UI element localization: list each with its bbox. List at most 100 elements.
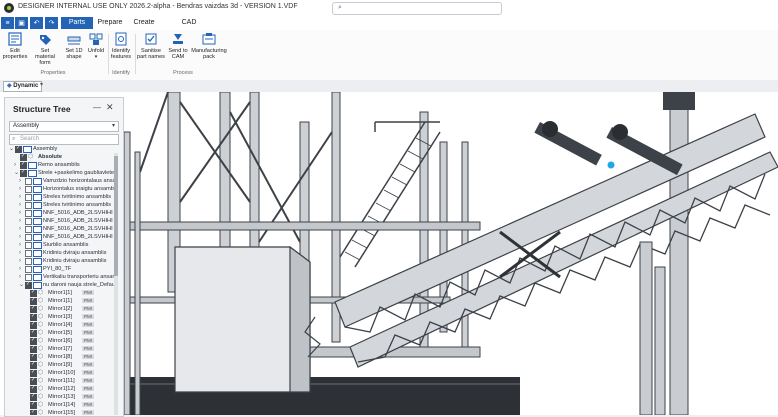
sanitise-part-names-button[interactable]: Sanitise part names — [136, 32, 166, 60]
tree-row[interactable]: ⬡ Mirror1[5] PMI — [9, 329, 114, 337]
global-search-input[interactable]: ⌕ — [332, 2, 502, 15]
tree-row[interactable]: ⬡ Mirror1[2] PMI — [9, 305, 114, 313]
visibility-checkbox[interactable] — [30, 369, 37, 377]
tree-row[interactable]: ⬡ Mirror1[10] PMI — [9, 369, 114, 377]
tree-row[interactable]: › Remo ansamblis — [9, 161, 114, 169]
set-1d-shape-button[interactable]: Set 1D shape — [62, 32, 86, 60]
visibility-checkbox[interactable] — [30, 321, 37, 329]
tree-row[interactable]: ⬡ Mirror1[9] PMI — [9, 361, 114, 369]
expand-toggle-icon[interactable]: › — [19, 233, 24, 241]
expand-toggle-icon[interactable]: ⌄ — [9, 145, 14, 153]
tree-row[interactable]: › Kridiniu dviraju ansamblis — [9, 257, 114, 265]
visibility-checkbox[interactable] — [25, 281, 32, 289]
visibility-checkbox[interactable] — [25, 178, 32, 185]
undo-icon[interactable]: ↶ — [30, 17, 43, 29]
expand-toggle-icon[interactable]: › — [19, 273, 24, 281]
tree-row[interactable]: ⬡ Mirror1[6] PMI — [9, 337, 114, 345]
expand-toggle-icon[interactable]: › — [19, 217, 24, 225]
tree-row[interactable]: › NNF_5016_ADB_2LSVHIHI — [9, 225, 114, 233]
visibility-checkbox[interactable] — [30, 297, 37, 305]
unfold-dropdown-icon[interactable]: ▾ — [86, 54, 106, 60]
visibility-checkbox[interactable] — [25, 266, 32, 273]
tree-row[interactable]: ⌄ Assembly — [9, 145, 114, 153]
tree-row[interactable]: › PYI_80_TF — [9, 265, 114, 273]
edit-properties-button[interactable]: Edit properties — [2, 32, 28, 60]
tree-row[interactable]: ⬡ Mirror1[11] PMI — [9, 377, 114, 385]
visibility-checkbox[interactable] — [30, 353, 37, 361]
expand-toggle-icon[interactable]: › — [19, 249, 24, 257]
tree-row[interactable]: ⬡ Mirror1[4] PMI — [9, 321, 114, 329]
visibility-checkbox[interactable] — [25, 226, 32, 233]
tree-row[interactable]: ⌄ nu daroni nauja strele_Defau — [9, 281, 114, 289]
visibility-checkbox[interactable] — [25, 242, 32, 249]
tree-row[interactable]: ⌄ Strele +paskelimo gaubliavlete — [9, 169, 114, 177]
identify-features-button[interactable]: Identify features — [109, 32, 133, 60]
close-icon[interactable]: ✕ — [106, 102, 114, 113]
tab-prepare[interactable]: Prepare — [96, 17, 124, 29]
expand-toggle-icon[interactable]: › — [14, 161, 19, 169]
tree-row[interactable]: › Vamzdzio horizontalaus ansa — [9, 177, 114, 185]
visibility-checkbox[interactable] — [25, 202, 32, 209]
tree-row[interactable]: ⬡ Mirror1[13] PMI — [9, 393, 114, 401]
assembly-select[interactable]: Assembly ▾ — [9, 121, 119, 132]
visibility-checkbox[interactable] — [25, 274, 32, 281]
tree-row[interactable]: ⬡ Absolute — [9, 153, 114, 161]
tree-row[interactable]: › Streles tvirtinimo ansamblis — [9, 193, 114, 201]
manufacturing-pack-button[interactable]: Manufacturing pack — [191, 32, 227, 60]
minimize-icon[interactable]: — — [93, 103, 101, 112]
tree-row[interactable]: ⬡ Mirror1[1] PMI — [9, 297, 114, 305]
tab-create[interactable]: Create — [131, 17, 157, 29]
visibility-checkbox[interactable] — [25, 194, 32, 201]
visibility-checkbox[interactable] — [30, 313, 37, 321]
visibility-checkbox[interactable] — [25, 234, 32, 241]
tree-row[interactable]: › Vertikaliu transporteriu ansar — [9, 273, 114, 281]
tree-row[interactable]: › NNF_5016_ADB_2LSVHIHI — [9, 217, 114, 225]
tab-cad-commands[interactable]: CAD Commands — [165, 17, 213, 38]
tree-search-input[interactable]: ⌕ Search — [9, 134, 119, 145]
tree-row[interactable]: › Siurblio ansamblis — [9, 241, 114, 249]
visibility-checkbox[interactable] — [25, 186, 32, 193]
visibility-checkbox[interactable] — [30, 361, 37, 369]
tree-row[interactable]: ⬡ Mirror1[12] PMI — [9, 385, 114, 393]
view-mode-select[interactable]: ◈ Dynamic — [3, 81, 43, 92]
expand-toggle-icon[interactable]: › — [19, 177, 24, 185]
visibility-checkbox[interactable] — [25, 250, 32, 257]
visibility-checkbox[interactable] — [30, 393, 37, 401]
expand-toggle-icon[interactable]: › — [19, 225, 24, 233]
visibility-checkbox[interactable] — [30, 385, 37, 393]
expand-toggle-icon[interactable]: › — [19, 209, 24, 217]
visibility-checkbox[interactable] — [25, 258, 32, 265]
visibility-checkbox[interactable] — [15, 145, 22, 153]
visibility-checkbox[interactable] — [30, 401, 37, 409]
visibility-checkbox[interactable] — [30, 289, 37, 297]
menu-icon[interactable]: ≡ — [1, 17, 14, 29]
visibility-checkbox[interactable] — [30, 345, 37, 353]
unfold-button[interactable]: Unfold ▾ — [86, 32, 106, 60]
expand-toggle-icon[interactable]: › — [19, 185, 24, 193]
tree-row[interactable]: › Streles tvirtinimo ansamblis — [9, 201, 114, 209]
redo-icon[interactable]: ↷ — [45, 17, 58, 29]
tree-row[interactable]: › Horizontalus sraigtu ansambl — [9, 185, 114, 193]
expand-toggle-icon[interactable]: ⌄ — [19, 281, 24, 289]
send-to-cam-button[interactable]: Send to CAM — [167, 32, 189, 60]
expand-toggle-icon[interactable]: ⌄ — [14, 169, 19, 177]
visibility-checkbox[interactable] — [30, 305, 37, 313]
visibility-checkbox[interactable] — [20, 161, 27, 169]
expand-toggle-icon[interactable]: › — [19, 265, 24, 273]
view-mode-dropdown-icon[interactable]: ▾ — [40, 81, 43, 88]
expand-toggle-icon[interactable]: › — [19, 193, 24, 201]
visibility-checkbox[interactable] — [25, 218, 32, 225]
visibility-checkbox[interactable] — [25, 210, 32, 217]
tab-parts[interactable]: Parts — [61, 17, 93, 29]
visibility-checkbox[interactable] — [30, 337, 37, 345]
tree-scrollbar-thumb[interactable] — [114, 156, 118, 276]
tree-row[interactable]: ⬡ Mirror1[14] PMI — [9, 401, 114, 409]
tree-row[interactable]: ⬡ Mirror1[15] PMI — [9, 409, 114, 415]
visibility-checkbox[interactable] — [20, 169, 27, 177]
tree-row[interactable]: ⬡ Mirror1[7] PMI — [9, 345, 114, 353]
expand-toggle-icon[interactable]: › — [19, 241, 24, 249]
tree-row[interactable]: ⬡ Mirror1[1] PMI — [9, 289, 114, 297]
tree-row[interactable]: › NNF_5016_ADB_2LSVHIHI — [9, 233, 114, 241]
tree-row[interactable]: ⬡ Mirror1[3] PMI — [9, 313, 114, 321]
tree-row[interactable]: ⬡ Mirror1[8] PMI — [9, 353, 114, 361]
